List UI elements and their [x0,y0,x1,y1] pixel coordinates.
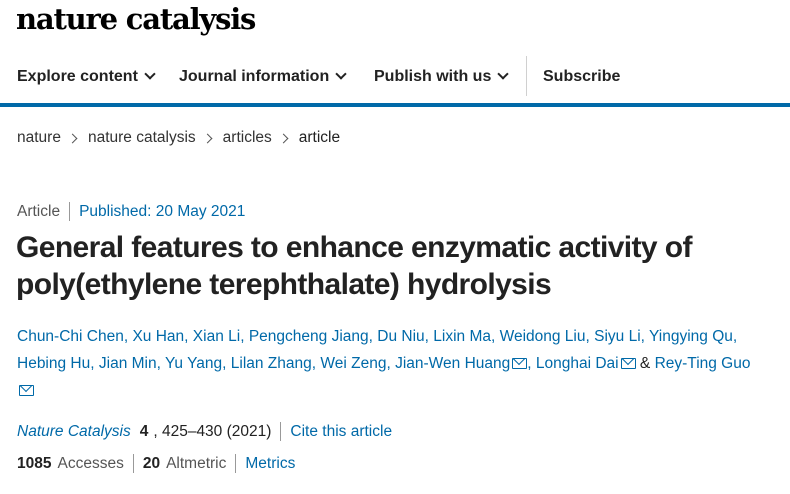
author-link[interactable]: Lilan Zhang [231,355,312,372]
article-title: General features to enhance enzymatic ac… [16,229,776,303]
nav-underline-bar [0,103,790,107]
breadcrumb-articles[interactable]: articles [223,129,272,147]
envelope-icon[interactable] [512,358,528,369]
chevron-down-icon [335,68,347,80]
author-link[interactable]: Longhai Dai [536,355,619,372]
accesses-label: Accesses [57,454,124,472]
author-link[interactable]: Du Niu [377,328,424,345]
article-title-line: General features to enhance enzymatic ac… [16,231,692,264]
author-link[interactable]: Wei Zeng [320,355,386,372]
nav-journal-information-label: Journal information [179,67,330,85]
nav-explore-content[interactable]: Explore content [17,50,156,103]
accesses-count: 1085 [17,454,52,472]
divider [132,454,134,473]
altmetric-count: 20 [142,454,161,472]
author-link[interactable]: Chun-Chi Chen [17,328,124,345]
chevron-right-icon [202,133,213,143]
author-separator: , [90,355,99,372]
author-separator: , [368,328,378,345]
author-link[interactable]: Yu Yang [165,355,222,372]
author-separator: , [156,355,165,372]
site-logo[interactable]: nature catalysis [16,2,256,36]
author-link[interactable]: Pengcheng Jiang [249,328,369,345]
breadcrumb: nature nature catalysis articles article [17,129,340,147]
author-separator: , [424,328,434,345]
nav-journal-information[interactable]: Journal information [179,50,347,103]
author-link[interactable]: Weidong Liu [500,328,586,345]
nav-publish-with-us-label: Publish with us [374,67,492,85]
author-separator: , [490,328,500,345]
author-separator: , [386,355,396,372]
author-link[interactable]: Jian-Wen Huang [395,355,510,372]
article-title-line: poly(ethylene terephthalate) hydrolysis [16,268,552,301]
article-type: Article [17,202,61,220]
envelope-icon[interactable] [19,385,34,396]
nav-subscribe[interactable]: Subscribe [543,50,620,103]
author-link[interactable]: Xian Li [193,328,240,345]
nav-divider [526,56,527,96]
divider [280,422,282,441]
nav-publish-with-us[interactable]: Publish with us [374,50,510,103]
cite-this-article-link[interactable]: Cite this article [290,423,392,441]
citation-line: Nature Catalysis 4 , 425–430 (2021) Cite… [17,422,392,441]
envelope-icon[interactable] [620,358,636,369]
metrics-link[interactable]: Metrics [245,455,295,473]
author-separator: , [585,328,595,345]
author-link[interactable]: Siyu Li [594,328,641,345]
journal-volume: 4 [139,422,149,440]
author-separator: , [640,328,649,345]
author-link[interactable]: Hebing Hu [17,355,90,372]
author-link[interactable]: Xu Han [132,328,184,345]
author-line: Chun-Chi Chen, Xu Han, Xian Li, Pengchen… [17,323,782,350]
article-meta: Article Published: 20 May 2021 [17,202,245,221]
breadcrumb-nature-catalysis[interactable]: nature catalysis [88,129,196,147]
journal-pages: , 425–430 (2021) [153,422,272,440]
breadcrumb-current: article [298,129,341,146]
author-line [17,377,782,404]
chevron-right-icon [67,133,78,143]
breadcrumb-nature[interactable]: nature [17,129,61,147]
chevron-down-icon [497,68,510,80]
author-link[interactable]: Jian Min [99,355,157,372]
author-line: Hebing Hu, Jian Min, Yu Yang, Lilan Zhan… [17,350,782,377]
divider [235,454,237,473]
author-list: Chun-Chi Chen, Xu Han, Xian Li, Pengchen… [17,323,782,404]
journal-name[interactable]: Nature Catalysis [17,423,131,441]
author-link[interactable]: Lixin Ma [433,328,491,345]
author-separator: , [527,355,536,372]
chevron-right-icon [278,133,289,143]
author-separator: , [222,355,231,372]
author-separator: , [184,328,193,345]
author-link[interactable]: Yingying Qu [649,328,733,345]
author-separator: , [732,328,738,345]
author-ampersand: & [639,355,651,372]
author-separator: , [240,328,249,345]
article-metrics: 1085 Accesses 20 Altmetric Metrics [17,454,295,473]
divider [69,202,71,221]
published-date[interactable]: Published: 20 May 2021 [79,203,245,221]
altmetric-label: Altmetric [166,454,227,472]
main-nav: Explore content Journal information Publ… [0,50,790,107]
author-link[interactable]: Rey-Ting Guo [655,355,751,372]
nav-explore-content-label: Explore content [17,67,138,85]
chevron-down-icon [144,68,156,80]
